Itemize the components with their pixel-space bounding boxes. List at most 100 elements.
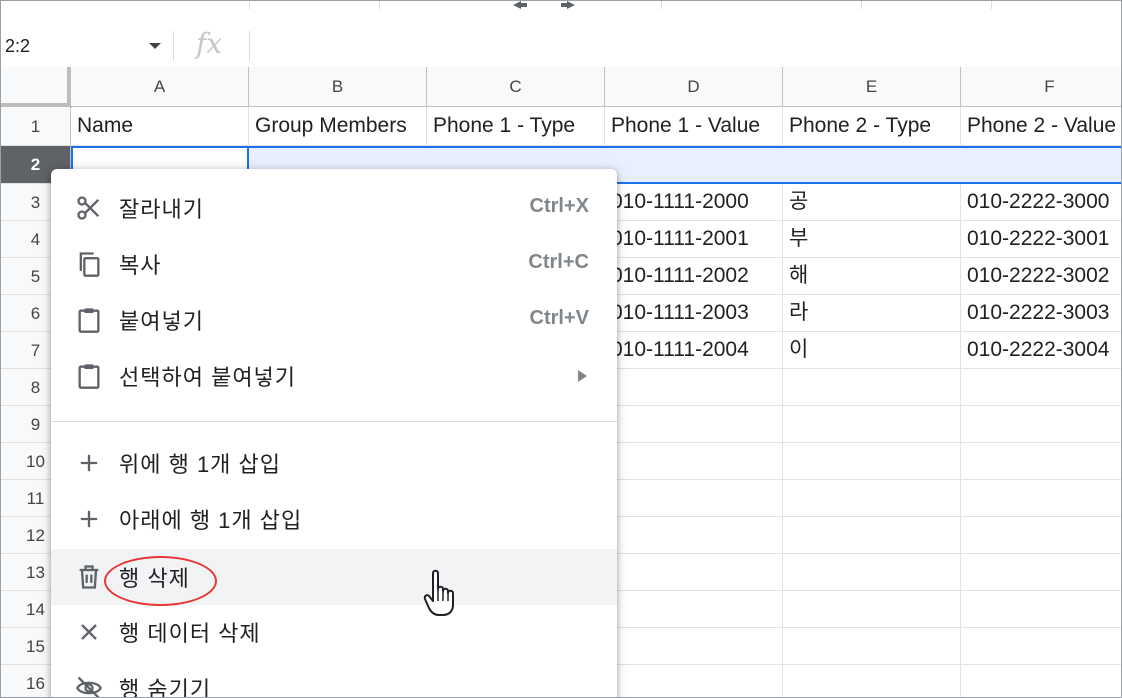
cell-empty[interactable] (605, 443, 783, 480)
column-header-d[interactable]: D (605, 67, 783, 107)
shortcut-label: Ctrl+X (529, 195, 589, 217)
clipboard-icon (78, 364, 100, 389)
cell-f5[interactable]: 010-2222-3002 (961, 258, 1121, 295)
toolbar-divider (249, 1, 250, 9)
cell-empty[interactable] (783, 591, 961, 628)
cell-empty[interactable] (605, 628, 783, 665)
cell-empty[interactable] (961, 628, 1121, 665)
cell-e7[interactable]: 이 (783, 332, 961, 369)
menu-item-label: 잘라내기 (119, 197, 204, 222)
cell-empty[interactable] (605, 591, 783, 628)
shortcut-label: Ctrl+C (528, 251, 589, 273)
cell-empty[interactable] (961, 554, 1121, 591)
cell-d1[interactable]: Phone 1 - Value (605, 107, 783, 146)
cell-empty[interactable] (605, 369, 783, 406)
menu-item-label: 행 데이터 삭제 (119, 621, 261, 646)
cell-empty[interactable] (605, 480, 783, 517)
cell-empty[interactable] (783, 628, 961, 665)
cell-d6[interactable]: 010-1111-2003 (605, 295, 783, 332)
cell-empty[interactable] (961, 369, 1121, 406)
menu-item-label: 위에 행 1개 삽입 (119, 452, 282, 477)
cell-empty[interactable] (605, 517, 783, 554)
menu-item-hide-row[interactable]: 행 숨기기 (51, 660, 617, 698)
cell-empty[interactable] (961, 406, 1121, 443)
row-context-menu: 잘라내기 Ctrl+X 복사 Ctrl+C 붙여넣기 Ctrl+V 선택하여 붙… (51, 169, 617, 698)
cell-empty[interactable] (783, 554, 961, 591)
row-header[interactable]: 1 (1, 107, 71, 146)
cell-empty[interactable] (961, 517, 1121, 554)
formula-divider (173, 31, 174, 61)
submenu-arrow-icon (578, 370, 587, 382)
toolbar-divider (861, 1, 862, 9)
cell-f4[interactable]: 010-2222-3001 (961, 221, 1121, 258)
cell-c1[interactable]: Phone 1 - Type (427, 107, 605, 146)
cell-empty[interactable] (783, 665, 961, 697)
column-header-f[interactable]: F (961, 67, 1121, 107)
menu-item-label: 선택하여 붙여넣기 (119, 365, 297, 390)
toolbar-divider (661, 1, 662, 9)
cell-f7[interactable]: 010-2222-3004 (961, 332, 1121, 369)
cell-empty[interactable] (783, 443, 961, 480)
cell-e3[interactable]: 공 (783, 184, 961, 221)
cell-empty[interactable] (961, 665, 1121, 697)
column-header-b[interactable]: B (249, 67, 427, 107)
menu-item-insert-row-above[interactable]: 위에 행 1개 삽입 (51, 435, 617, 491)
cell-d4[interactable]: 010-1111-2001 (605, 221, 783, 258)
menu-divider (51, 421, 617, 422)
cell-d7[interactable]: 010-1111-2004 (605, 332, 783, 369)
cell-a1[interactable]: Name (71, 107, 249, 146)
clipboard-icon (78, 308, 100, 333)
copy-icon (79, 252, 100, 277)
cell-d3[interactable]: 010-1111-2000 (605, 184, 783, 221)
cell-empty[interactable] (783, 480, 961, 517)
cell-e4[interactable]: 부 (783, 221, 961, 258)
menu-item-label: 행 숨기기 (119, 677, 212, 698)
menu-item-paste-special[interactable]: 선택하여 붙여넣기 (51, 348, 617, 404)
annotation-ellipse (104, 556, 217, 606)
menu-item-insert-row-below[interactable]: 아래에 행 1개 삽입 (51, 491, 617, 547)
cell-f6[interactable]: 010-2222-3003 (961, 295, 1121, 332)
cell-empty[interactable] (783, 406, 961, 443)
cell-empty[interactable] (961, 591, 1121, 628)
toolbar-divider (379, 1, 380, 9)
cell-empty[interactable] (961, 480, 1121, 517)
cell-empty[interactable] (961, 443, 1121, 480)
menu-item-paste[interactable]: 붙여넣기 Ctrl+V (51, 292, 617, 348)
cell-e1[interactable]: Phone 2 - Type (783, 107, 961, 146)
name-box[interactable]: 2:2 (5, 33, 165, 59)
cell-empty[interactable] (605, 665, 783, 697)
shortcut-label: Ctrl+V (529, 307, 589, 329)
menu-item-label: 아래에 행 1개 삽입 (119, 508, 303, 533)
eye-off-icon (76, 676, 102, 697)
chevron-down-icon[interactable] (149, 43, 161, 49)
cell-d5[interactable]: 010-1111-2002 (605, 258, 783, 295)
formula-bar: 2:2 fx (1, 23, 1121, 68)
cell-empty[interactable] (605, 554, 783, 591)
menu-item-clear-row[interactable]: 행 데이터 삭제 (51, 604, 617, 660)
column-header-e[interactable]: E (783, 67, 961, 107)
menu-item-cut[interactable]: 잘라내기 Ctrl+X (51, 180, 617, 236)
column-header-c[interactable]: C (427, 67, 605, 107)
toolbar-divider (991, 1, 992, 9)
cell-empty[interactable] (783, 369, 961, 406)
scissors-icon (77, 196, 100, 220)
plus-icon (80, 454, 98, 472)
spreadsheet-window: 2:2 fx A B C D E F 1 2 3 4 5 6 7 8 9 10 … (0, 0, 1122, 698)
cell-f1[interactable]: Phone 2 - Value (961, 107, 1121, 146)
menu-item-label: 붙여넣기 (119, 309, 204, 334)
close-icon (81, 624, 97, 640)
menu-item-copy[interactable]: 복사 Ctrl+C (51, 236, 617, 292)
select-all-corner[interactable] (1, 67, 72, 108)
fx-icon: fx (196, 27, 223, 60)
column-header-a[interactable]: A (71, 67, 249, 107)
cell-b1[interactable]: Group Members (249, 107, 427, 146)
plus-icon (80, 510, 98, 528)
toolbar-arrows-icon (513, 1, 575, 9)
cell-e6[interactable]: 라 (783, 295, 961, 332)
cell-empty[interactable] (605, 406, 783, 443)
cell-empty[interactable] (783, 517, 961, 554)
cell-e5[interactable]: 해 (783, 258, 961, 295)
toolbar-strip (1, 1, 1121, 24)
formula-divider (249, 31, 250, 61)
cell-f3[interactable]: 010-2222-3000 (961, 184, 1121, 221)
